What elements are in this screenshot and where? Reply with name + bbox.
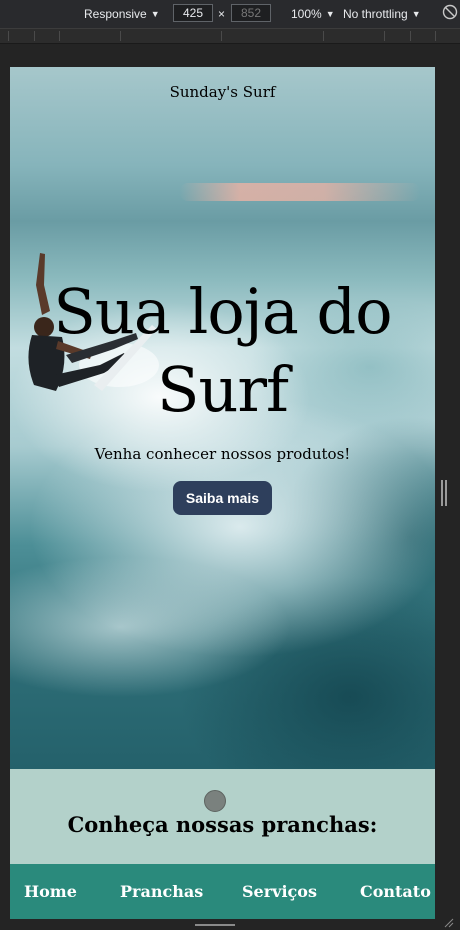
hero-title: Sua loja do Surf bbox=[53, 275, 392, 426]
throttling-label: No throttling bbox=[343, 7, 408, 21]
site-name: Sunday's Surf bbox=[169, 83, 276, 101]
ruler-tick bbox=[323, 31, 324, 41]
hero-section: Sunday's Surf Sua loja do Surf Venha con… bbox=[10, 67, 435, 769]
viewport-width-input[interactable]: 425 bbox=[173, 4, 213, 22]
hero-background-detail bbox=[180, 183, 420, 201]
hero-subtitle: Venha conhecer nossos produtos! bbox=[94, 445, 351, 463]
zoom-label: 100% bbox=[291, 7, 322, 21]
emulated-viewport: Sunday's Surf Sua loja do Surf Venha con… bbox=[10, 67, 435, 919]
ruler-tick bbox=[120, 31, 121, 41]
ruler-tick bbox=[435, 31, 436, 41]
devtools-device-toolbar: Responsive ▼ 425 × 852 100% ▼ No throttlin… bbox=[0, 0, 460, 29]
dropdown-caret-icon: ▼ bbox=[411, 9, 421, 19]
section-heading: Conheça nossas pranchas: bbox=[67, 812, 378, 837]
ruler-tick bbox=[410, 31, 411, 41]
ruler-tick bbox=[384, 31, 385, 41]
nav-link-contato[interactable]: Contato bbox=[360, 864, 431, 919]
throttling-dropdown[interactable]: No throttling ▼ bbox=[343, 5, 421, 23]
media-query-ruler[interactable] bbox=[0, 29, 460, 44]
viewport-right-resize-handle[interactable] bbox=[441, 480, 447, 506]
saiba-mais-button[interactable]: Saiba mais bbox=[173, 481, 272, 515]
device-mode-label: Responsive bbox=[84, 7, 147, 21]
dropdown-caret-icon: ▼ bbox=[150, 9, 160, 19]
bottom-navbar: Home Pranchas Serviços Contato bbox=[10, 864, 435, 919]
dropdown-caret-icon: ▼ bbox=[325, 9, 335, 19]
ruler-tick bbox=[59, 31, 60, 41]
zoom-dropdown[interactable]: 100% ▼ bbox=[291, 5, 335, 23]
nav-link-pranchas[interactable]: Pranchas bbox=[120, 864, 203, 919]
nav-link-home[interactable]: Home bbox=[24, 864, 77, 919]
dimension-separator: × bbox=[218, 7, 226, 21]
ruler-tick bbox=[8, 31, 9, 41]
viewport-bottom-resize-handle[interactable] bbox=[195, 924, 235, 928]
corner-resize-handle-icon[interactable] bbox=[444, 918, 454, 928]
ruler-tick bbox=[34, 31, 35, 41]
nav-link-servicos[interactable]: Serviços bbox=[242, 864, 317, 919]
ruler-tick bbox=[221, 31, 222, 41]
rotate-icon[interactable] bbox=[442, 4, 458, 20]
viewport-height-input[interactable]: 852 bbox=[231, 4, 271, 22]
carousel-indicator-dot[interactable] bbox=[204, 790, 226, 812]
device-mode-dropdown[interactable]: Responsive ▼ bbox=[84, 5, 160, 23]
